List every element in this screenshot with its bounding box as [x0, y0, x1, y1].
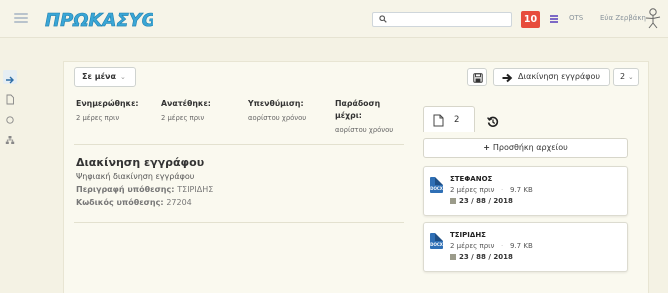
case-code-label: Κωδικός υπόθεσης: [76, 198, 164, 207]
docx-file-icon: DOCX [430, 233, 443, 249]
history-icon [487, 116, 499, 127]
file-reference: 23 / 88 / 2018 [450, 253, 513, 261]
file-name[interactable]: ΤΣΙΡΙΔΗΣ [450, 231, 486, 239]
separator-dot: · [501, 242, 504, 250]
reminder-label: Υπενθύμιση: [248, 99, 304, 108]
list-icon[interactable] [550, 15, 558, 23]
assigned-to-me-dropdown[interactable]: Σε μένα ⌄ [74, 67, 136, 87]
top-bar: ΠΡΩΚΑΣΥGΑ 10 OTS Εύα Ζερβάκη [0, 0, 668, 38]
file-card[interactable]: DOCX ΣΤΕΦΑΝΟΣ 2 μέρες πριν · 9.7 KB 23 /… [423, 166, 628, 216]
case-code-value: 27204 [166, 198, 192, 207]
files-count: 2 [454, 115, 460, 125]
deadline-label: Παράδοση [335, 99, 381, 108]
file-icon [433, 114, 444, 127]
pages-dropdown[interactable]: 2 ⌄ [613, 68, 639, 86]
nav-document-icon[interactable] [3, 90, 17, 105]
chevron-down-icon: ⌄ [628, 73, 634, 81]
divider [74, 222, 404, 223]
docx-file-icon: DOCX [430, 177, 443, 193]
nav-org-chart-icon[interactable] [3, 130, 17, 144]
app-logo[interactable]: ΠΡΩΚΑΣΥGΑ [43, 4, 153, 34]
tab-files[interactable]: 2 [423, 106, 475, 132]
user-avatar-icon[interactable] [643, 6, 663, 30]
add-file-button[interactable]: + Προσθήκη αρχείου [423, 138, 628, 158]
tab-history[interactable] [487, 113, 499, 132]
assigned-label: Ανατέθηκε: [161, 99, 211, 108]
file-time: 2 μέρες πριν [450, 242, 495, 250]
search-input[interactable] [372, 12, 512, 27]
user-name[interactable]: Εύα Ζερβάκη [600, 14, 646, 22]
save-button[interactable] [467, 68, 487, 86]
save-icon [473, 73, 483, 83]
case-description-value: ΤΣΙΡΙΔΗΣ [177, 185, 214, 194]
chevron-down-icon: ⌄ [120, 73, 126, 81]
divider [74, 144, 404, 145]
document-subtitle: Ψηφιακή διακίνηση εγγράφου [76, 172, 195, 181]
nav-circle-icon[interactable] [3, 110, 17, 124]
deadline-label-cont: μέχρι: [335, 111, 362, 120]
arrow-right-icon [502, 73, 513, 83]
protocol-icon [450, 254, 456, 260]
notifications-badge[interactable]: 10 [521, 11, 540, 28]
deadline-value: αορίστου χρόνου [335, 126, 394, 134]
document-title: Διακίνηση εγγράφου [76, 156, 205, 169]
ots-link[interactable]: OTS [569, 14, 583, 22]
file-reference: 23 / 88 / 2018 [450, 197, 513, 205]
plus-icon: + [483, 143, 490, 152]
case-card: Σε μένα ⌄ Διακίνηση εγγράφου 2 ⌄ Ενημερώθη… [63, 61, 649, 293]
case-description-label: Περιγραφή υπόθεσης: [76, 185, 175, 194]
svg-text:ΠΡΩΚΑΣΥGΑ: ΠΡΩΚΑΣΥGΑ [45, 10, 153, 31]
move-document-label: Διακίνηση εγγράφου [518, 72, 601, 81]
file-time: 2 μέρες πριν [450, 186, 495, 194]
filter-label: Σε μένα [82, 72, 116, 81]
pages-count: 2 [620, 72, 626, 81]
nav-arrow-icon[interactable] [3, 70, 17, 84]
updated-label: Ενημερώθηκε: [76, 99, 139, 108]
file-size: 9.7 KB [510, 186, 533, 194]
case-description: Περιγραφή υπόθεσης: ΤΣΙΡΙΔΗΣ [76, 185, 213, 194]
separator-dot: · [501, 186, 504, 194]
assigned-value: 2 μέρες πριν [161, 114, 205, 122]
case-code: Κωδικός υπόθεσης: 27204 [76, 198, 192, 207]
file-card[interactable]: DOCX ΤΣΙΡΙΔΗΣ 2 μέρες πριν · 9.7 KB 23 /… [423, 222, 628, 272]
add-file-label: Προσθήκη αρχείου [492, 143, 568, 152]
file-size: 9.7 KB [510, 242, 533, 250]
reminder-value: αορίστου χρόνου [248, 114, 307, 122]
menu-icon[interactable] [14, 13, 28, 24]
move-document-button[interactable]: Διακίνηση εγγράφου [493, 68, 610, 86]
file-name[interactable]: ΣΤΕΦΑΝΟΣ [450, 175, 492, 183]
updated-value: 2 μέρες πριν [76, 114, 120, 122]
search-icon [379, 15, 387, 23]
protocol-icon [450, 198, 456, 204]
